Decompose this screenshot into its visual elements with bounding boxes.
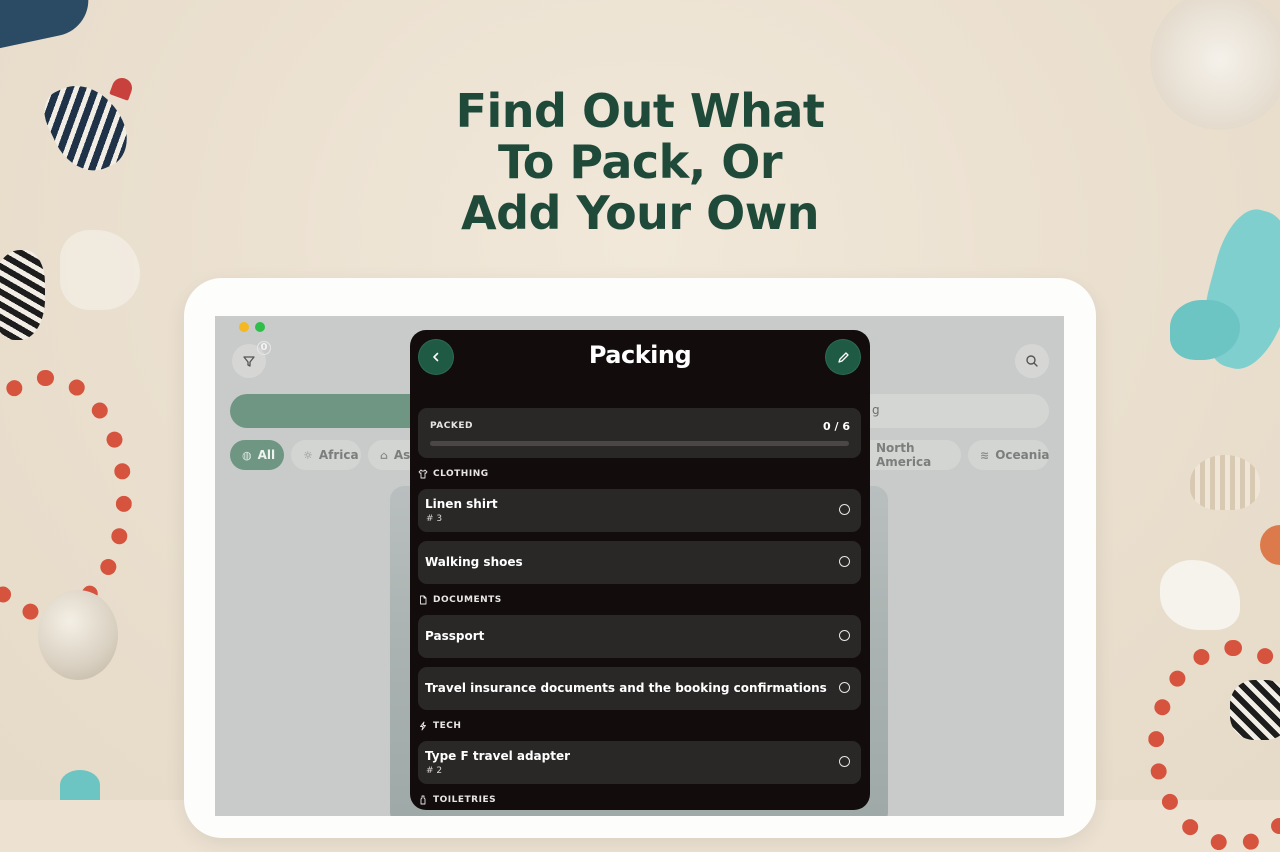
- wave-icon: ≋: [980, 448, 990, 462]
- edit-button[interactable]: [826, 340, 860, 374]
- minimize-dot[interactable]: [239, 322, 249, 332]
- zoom-dot[interactable]: [255, 322, 265, 332]
- progress-label: PACKED: [430, 421, 473, 431]
- region-pill-north-america[interactable]: North America: [858, 440, 961, 470]
- packing-item[interactable]: Passport: [418, 615, 861, 658]
- section-label: TECH: [433, 721, 462, 731]
- section-header-clothing: CLOTHING: [418, 469, 489, 479]
- headline: Find Out What To Pack, Or Add Your Own: [340, 86, 940, 239]
- decor-zebra-shell: [0, 250, 45, 340]
- bottle-icon: [420, 795, 426, 805]
- search-button[interactable]: [1015, 344, 1049, 378]
- pencil-icon: [837, 351, 849, 363]
- pill-label: North America: [876, 441, 932, 469]
- search-bar-text: g: [872, 403, 880, 417]
- headline-line: Add Your Own: [461, 186, 819, 240]
- section-label: CLOTHING: [433, 469, 489, 479]
- item-checkbox[interactable]: [839, 556, 850, 567]
- section-header-toiletries: TOILETRIES: [418, 795, 496, 805]
- filter-icon: [243, 356, 255, 367]
- item-quantity: # 3: [426, 514, 443, 524]
- item-checkbox[interactable]: [839, 756, 850, 767]
- progress-count: 0 / 6: [823, 420, 850, 433]
- filter-count-badge: 0: [257, 341, 271, 355]
- window-controls: [239, 322, 265, 332]
- progress-bar: [430, 441, 849, 446]
- region-pill-oceania[interactable]: ≋ Oceania: [968, 440, 1050, 470]
- search-bar-segment: [230, 394, 410, 428]
- decor-scallop-shell: [1190, 455, 1260, 510]
- item-quantity: # 2: [426, 766, 443, 776]
- decor-teal-shell: [60, 770, 100, 800]
- packing-item[interactable]: Walking shoes: [418, 541, 861, 584]
- item-name: Walking shoes: [425, 555, 523, 569]
- pill-label: Oceania: [995, 448, 1050, 462]
- pill-label: Africa: [318, 448, 359, 462]
- headline-line: To Pack, Or: [497, 135, 783, 189]
- packing-item[interactable]: Linen shirt # 3: [418, 489, 861, 532]
- region-pill-africa[interactable]: ☼ Africa: [291, 440, 361, 470]
- pill-label: All: [257, 448, 276, 462]
- region-pill-all[interactable]: ◍ All: [230, 440, 284, 470]
- sun-icon: ☼: [303, 448, 313, 462]
- search-icon: [1026, 355, 1038, 367]
- shirt-icon: [418, 469, 428, 479]
- packing-item[interactable]: Type F travel adapter # 2: [418, 741, 861, 784]
- globe-icon: ◍: [242, 448, 252, 462]
- bank-icon: ⌂: [380, 448, 388, 462]
- pill-label: As: [393, 448, 411, 462]
- headline-line: Find Out What: [455, 84, 825, 138]
- packing-sheet: Packing PACKED 0 / 6 CLOTHING Linen shir…: [410, 330, 870, 810]
- decor-zebra-shell: [1230, 680, 1280, 740]
- item-checkbox[interactable]: [839, 630, 850, 641]
- section-header-documents: DOCUMENTS: [418, 595, 502, 605]
- packed-progress-card: PACKED 0 / 6: [418, 408, 861, 458]
- item-name: Passport: [425, 629, 485, 643]
- item-name: Travel insurance documents and the booki…: [425, 681, 827, 695]
- item-name: Type F travel adapter: [425, 749, 571, 763]
- item-checkbox[interactable]: [839, 682, 850, 693]
- packing-item[interactable]: Travel insurance documents and the booki…: [418, 667, 861, 710]
- item-name: Linen shirt: [425, 497, 498, 511]
- document-icon: [420, 595, 427, 605]
- decor-sea-urchin: [38, 590, 118, 680]
- section-header-tech: TECH: [418, 721, 461, 731]
- item-checkbox[interactable]: [839, 504, 850, 515]
- sheet-title: Packing: [588, 341, 692, 369]
- section-label: TOILETRIES: [433, 795, 497, 805]
- section-label: DOCUMENTS: [433, 595, 502, 605]
- bolt-icon: [420, 721, 426, 731]
